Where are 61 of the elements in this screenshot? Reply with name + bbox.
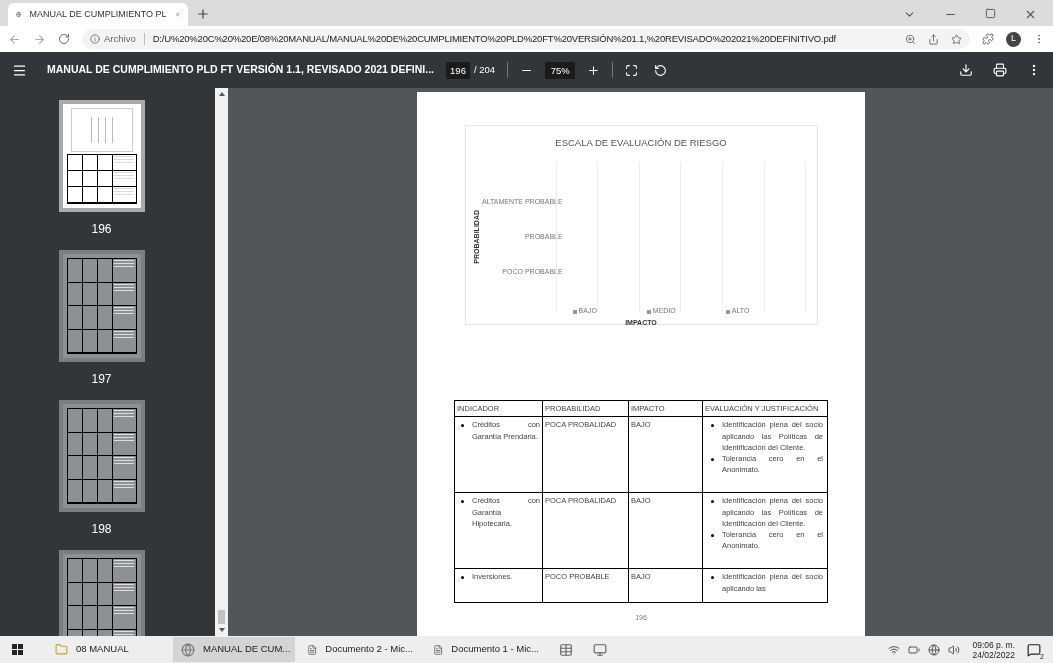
folder-icon: [55, 643, 68, 656]
zoom-input[interactable]: 75%: [545, 61, 576, 79]
page-thumbnail[interactable]: [58, 550, 145, 636]
page-number-label: 197: [91, 371, 112, 388]
menu-icon[interactable]: [12, 62, 27, 78]
extensions-icon[interactable]: [982, 33, 994, 45]
taskbar-button[interactable]: MANUAL DE CUM...: [173, 637, 295, 662]
rotate-icon[interactable]: [654, 63, 668, 77]
zoom-in-icon[interactable]: [587, 63, 601, 77]
bullet-icon: [711, 534, 714, 537]
tab-title: MANUAL DE CUMPLIMIENTO PL: [29, 7, 167, 21]
globe-icon: [16, 9, 22, 20]
address-label: Archivo: [104, 31, 136, 46]
window-icon: [593, 642, 607, 657]
network-icon[interactable]: [888, 643, 901, 656]
page-total: / 204: [474, 62, 496, 77]
spreadsheet-icon: [559, 642, 573, 657]
document-icon: [433, 642, 444, 657]
new-tab-icon[interactable]: [196, 7, 210, 21]
chart-title: ESCALA DE EVALUACIÓN DE RIESGO: [555, 136, 727, 150]
language-icon[interactable]: [928, 643, 941, 656]
page-thumbnail[interactable]: [58, 100, 145, 212]
info-icon: [90, 34, 100, 44]
page-number-label: 198: [91, 521, 112, 538]
print-icon[interactable]: [993, 63, 1007, 77]
bullet-icon: [711, 500, 714, 504]
page-input[interactable]: 196: [446, 61, 470, 79]
star-icon[interactable]: [951, 33, 962, 45]
clock-date[interactable]: 24/02/2022: [972, 649, 1015, 660]
page-thumbnail[interactable]: [58, 400, 145, 512]
bullet-icon: [461, 424, 464, 428]
address-bar[interactable]: Archivo D:/U%20%20C%20%20E/08%20MANUAL/MANUAL%20DE%20CUMPLIMIENTO%20PLD%20FT%20VERSIÓN%201.1,%20REVISADO%202021%20DEFINITIVO.pdf: [82, 29, 970, 49]
globe-icon: [181, 642, 195, 657]
document-title: MANUAL DE CUMPLIMIENTO PLD FT VERSIÓN 1.1, REVISADO 2021 DEFINI...: [47, 62, 434, 78]
url-text: D:/U%20%20C%20%20E/08%20MANUAL/MANUAL%20DE%20CUMPLIMIENTO%20PLD%20FT%20VERSIÓN%201.1,%20REVISADO%202021%20DEFINITIVO.pdf: [152, 31, 837, 46]
download-icon[interactable]: [959, 63, 973, 77]
bullet-icon: [711, 424, 714, 428]
taskbar-button[interactable]: 08 MANUAL: [47, 637, 169, 662]
maximize-icon[interactable]: [985, 8, 996, 19]
reload-icon[interactable]: [58, 33, 70, 45]
battery-icon[interactable]: [908, 643, 921, 656]
bullet-icon: [461, 500, 464, 504]
bullet-icon: [711, 576, 714, 580]
bullet-icon: [711, 458, 714, 461]
fit-page-icon[interactable]: [625, 63, 639, 77]
document-icon: [307, 642, 318, 657]
profile-avatar[interactable]: L: [1006, 31, 1021, 47]
zoom-icon[interactable]: [905, 33, 916, 45]
notifications-icon[interactable]: [1027, 642, 1041, 657]
volume-icon[interactable]: [948, 643, 961, 656]
clock-time[interactable]: 09:06 p. m.: [972, 639, 1015, 650]
page-thumbnail[interactable]: [58, 250, 145, 362]
close-icon[interactable]: [1024, 8, 1037, 21]
share-icon[interactable]: [928, 33, 939, 45]
page-number-label: 196: [91, 221, 112, 238]
taskbar-button[interactable]: Documento 1 - Mic...: [425, 637, 547, 662]
windows-start-icon[interactable]: [12, 644, 23, 655]
scrollbar[interactable]: [215, 88, 228, 636]
taskbar-button[interactable]: Documento 2 - Mic...: [299, 637, 421, 662]
bullet-icon: [461, 576, 464, 580]
browser-tab[interactable]: MANUAL DE CUMPLIMIENTO PL: [8, 3, 188, 26]
